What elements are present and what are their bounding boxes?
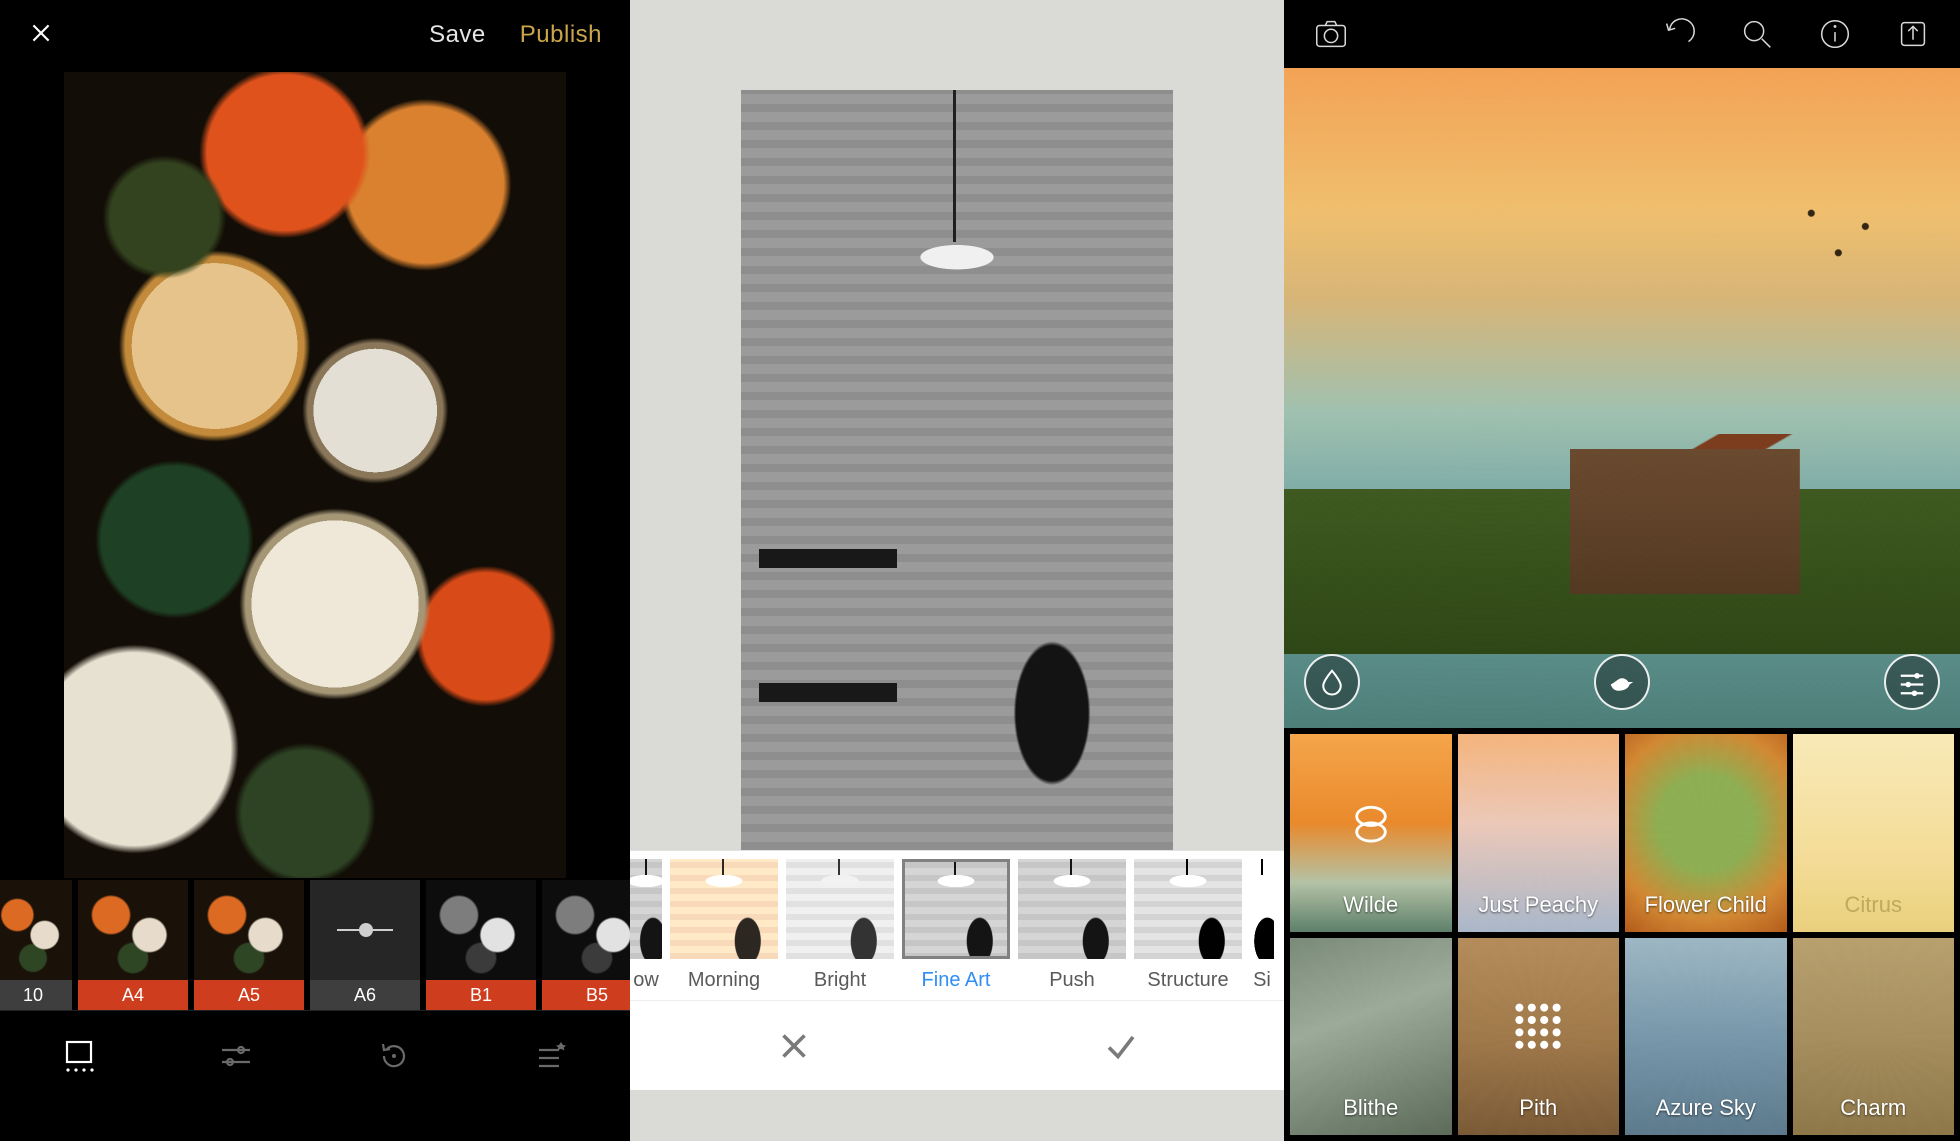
texture-tile[interactable]: Pith bbox=[1458, 938, 1620, 1136]
texture-tile[interactable]: Citrus bbox=[1793, 734, 1955, 932]
confirm-bar bbox=[630, 1000, 1284, 1090]
dot-grid-icon bbox=[1507, 995, 1569, 1063]
texture-label: Blithe bbox=[1343, 1095, 1398, 1121]
info-icon[interactable] bbox=[1814, 13, 1856, 55]
top-spacer bbox=[630, 0, 1284, 90]
look-label: ow bbox=[630, 959, 662, 992]
look-tile[interactable]: Fine Art bbox=[902, 859, 1010, 992]
preview-canvas[interactable] bbox=[1284, 68, 1960, 728]
vsco-editor-screen: Save Publish 10A4A5A6B1B5C bbox=[0, 0, 630, 1141]
look-label: Fine Art bbox=[902, 959, 1010, 992]
look-label: Push bbox=[1018, 959, 1126, 992]
rings-icon bbox=[1345, 798, 1397, 856]
preset-strip[interactable]: 10A4A5A6B1B5C bbox=[0, 880, 630, 1010]
texture-label: Wilde bbox=[1343, 892, 1398, 918]
texture-label: Charm bbox=[1840, 1095, 1906, 1121]
preset-tile[interactable]: B1 bbox=[426, 880, 536, 1010]
texture-tile[interactable]: Flower Child bbox=[1625, 734, 1787, 932]
texture-label: Citrus bbox=[1845, 892, 1902, 918]
recipes-tab[interactable] bbox=[527, 1032, 575, 1080]
texture-row: Wilde Just Peachy Flower Child Citrus bbox=[1290, 734, 1954, 932]
top-bar: Save Publish bbox=[0, 0, 630, 70]
snapseed-looks-screen: owMorningBrightFine ArtPushStructureSi bbox=[630, 0, 1284, 1141]
preset-intensity-tile[interactable]: A6 bbox=[310, 880, 420, 1010]
save-button[interactable]: Save bbox=[429, 21, 486, 49]
preset-label: B1 bbox=[426, 980, 536, 1010]
preset-label: A5 bbox=[194, 980, 304, 1010]
export-icon[interactable] bbox=[1892, 13, 1934, 55]
preview-canvas[interactable] bbox=[0, 70, 630, 880]
texture-label: Flower Child bbox=[1645, 892, 1767, 918]
preset-label: 10 bbox=[0, 980, 72, 1010]
preset-label: A6 bbox=[310, 980, 420, 1010]
preset-tile[interactable]: A4 bbox=[78, 880, 188, 1010]
photo-preview bbox=[64, 72, 566, 878]
preset-tile[interactable]: 10 bbox=[0, 880, 72, 1010]
history-tab[interactable] bbox=[370, 1032, 418, 1080]
look-label: Bright bbox=[786, 959, 894, 992]
preview-canvas[interactable] bbox=[630, 90, 1284, 850]
search-icon[interactable] bbox=[1736, 13, 1778, 55]
look-tile[interactable]: ow bbox=[630, 859, 662, 992]
close-icon[interactable] bbox=[28, 20, 54, 51]
bird-tool-icon[interactable] bbox=[1594, 654, 1650, 710]
texture-label: Just Peachy bbox=[1478, 892, 1598, 918]
presets-tab[interactable] bbox=[55, 1032, 103, 1080]
texture-tile[interactable]: Blithe bbox=[1290, 938, 1452, 1136]
look-label: Morning bbox=[670, 959, 778, 992]
look-label: Structure bbox=[1134, 959, 1242, 992]
texture-tile[interactable]: Azure Sky bbox=[1625, 938, 1787, 1136]
photo-preview bbox=[741, 90, 1173, 850]
look-tile[interactable]: Morning bbox=[670, 859, 778, 992]
publish-button[interactable]: Publish bbox=[520, 21, 602, 49]
top-actions: Save Publish bbox=[429, 21, 602, 49]
drop-tool-icon[interactable] bbox=[1304, 654, 1360, 710]
apply-icon[interactable] bbox=[1096, 1021, 1146, 1071]
look-tile[interactable]: Bright bbox=[786, 859, 894, 992]
cancel-icon[interactable] bbox=[769, 1021, 819, 1071]
undo-icon[interactable] bbox=[1658, 13, 1700, 55]
look-label: Si bbox=[1250, 959, 1274, 992]
sliders-tool-icon[interactable] bbox=[1884, 654, 1940, 710]
photo-preview bbox=[1284, 68, 1960, 728]
texture-tile[interactable]: Wilde bbox=[1290, 734, 1452, 932]
texture-tile[interactable]: Charm bbox=[1793, 938, 1955, 1136]
top-bar bbox=[1284, 0, 1960, 68]
texture-row: Blithe Pith Azure Sky Charm bbox=[1290, 938, 1954, 1136]
top-actions bbox=[1658, 13, 1934, 55]
preset-tile[interactable]: B5 bbox=[542, 880, 630, 1010]
adjust-tab[interactable] bbox=[212, 1032, 260, 1080]
texture-app-screen: Wilde Just Peachy Flower Child Citrus Blithe… bbox=[1284, 0, 1960, 1141]
look-tile[interactable]: Si bbox=[1250, 859, 1274, 992]
bottom-toolbar bbox=[0, 1010, 630, 1100]
preset-label: B5 bbox=[542, 980, 630, 1010]
texture-label: Pith bbox=[1519, 1095, 1557, 1121]
look-tile[interactable]: Structure bbox=[1134, 859, 1242, 992]
texture-tile[interactable]: Just Peachy bbox=[1458, 734, 1620, 932]
camera-icon[interactable] bbox=[1310, 13, 1352, 55]
slider-icon bbox=[337, 929, 393, 931]
preset-tile[interactable]: A5 bbox=[194, 880, 304, 1010]
looks-strip[interactable]: owMorningBrightFine ArtPushStructureSi bbox=[630, 850, 1284, 1000]
look-tile[interactable]: Push bbox=[1018, 859, 1126, 992]
preset-label: A4 bbox=[78, 980, 188, 1010]
texture-grid: Wilde Just Peachy Flower Child Citrus Blithe… bbox=[1284, 728, 1960, 1141]
texture-label: Azure Sky bbox=[1656, 1095, 1756, 1121]
